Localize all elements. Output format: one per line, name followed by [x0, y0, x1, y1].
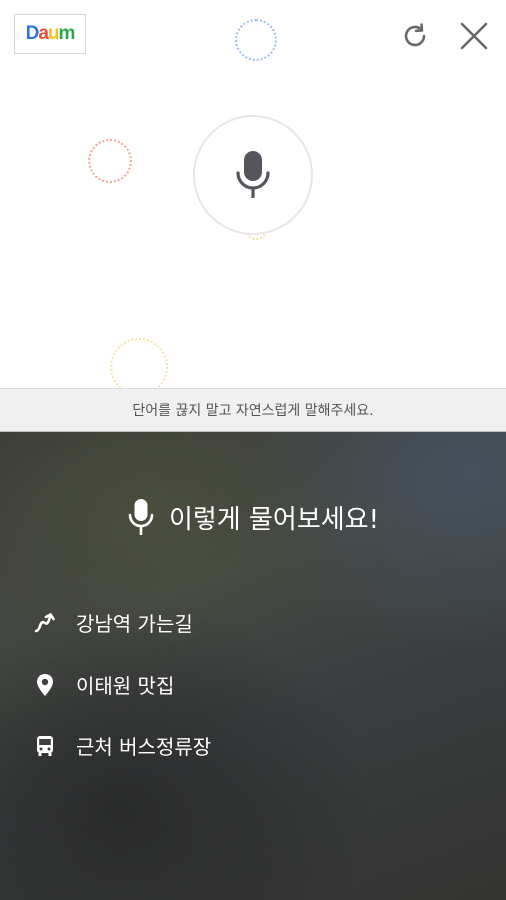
logo-letter-d: D: [25, 23, 40, 44]
decor-dot-red: [88, 139, 132, 183]
example-item-bus-stop[interactable]: 근처 버스정류장: [34, 731, 211, 760]
daum-logo: D a u m: [14, 14, 86, 54]
speaking-hint-bar: 단어를 끊지 말고 자연스럽게 말해주세요.: [0, 388, 506, 432]
logo-letter-u: u: [47, 23, 60, 44]
close-button[interactable]: [454, 16, 494, 56]
refresh-button[interactable]: [395, 16, 435, 56]
voice-mic-button[interactable]: [193, 115, 313, 235]
location-pin-icon: [34, 673, 56, 697]
logo-letter-a: a: [38, 23, 49, 44]
refresh-icon: [404, 23, 426, 47]
examples-title: 이렇게 물어보세요!: [0, 498, 506, 536]
route-icon: [34, 611, 56, 635]
decor-dot-blue: [235, 19, 277, 61]
logo-letter-m: m: [58, 23, 76, 44]
close-icon: [460, 22, 488, 50]
example-item-route[interactable]: 강남역 가는길: [34, 608, 193, 637]
example-label: 이태원 맛집: [76, 674, 175, 698]
examples-title-text: 이렇게 물어보세요!: [168, 504, 380, 535]
microphone-icon: [236, 151, 270, 198]
voice-search-panel: D a u m: [0, 0, 506, 396]
example-label: 근처 버스정류장: [76, 735, 212, 759]
speaking-hint-text: 단어를 끊지 말고 자연스럽게 말해주세요.: [132, 403, 374, 419]
example-item-restaurant[interactable]: 이태원 맛집: [34, 670, 174, 699]
microphone-icon: [127, 498, 155, 536]
bus-icon: [34, 734, 56, 758]
examples-panel: 이렇게 물어보세요! 강남역 가는길 이태원 맛집 근처 버스정류장: [0, 432, 506, 900]
example-label: 강남역 가는길: [76, 612, 193, 636]
